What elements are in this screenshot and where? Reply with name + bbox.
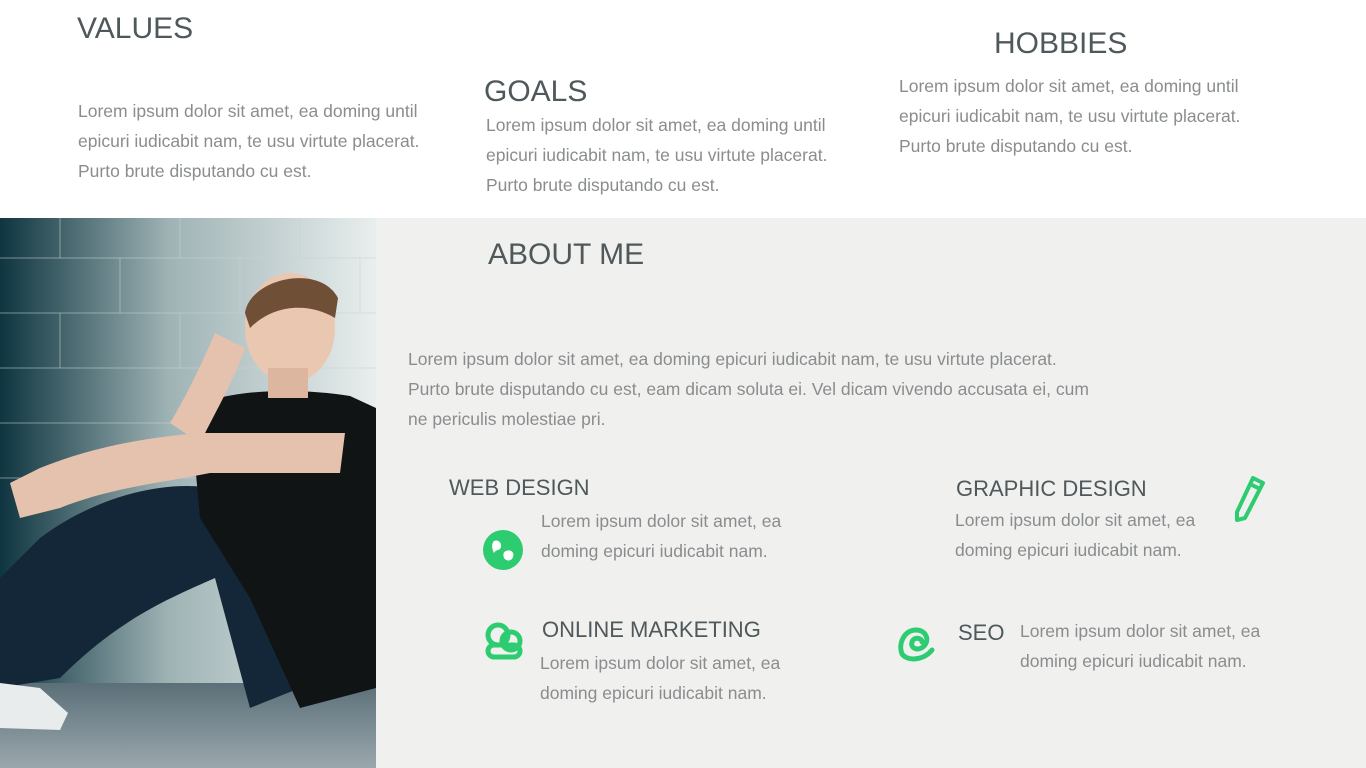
about-section: ABOUT ME Lorem ipsum dolor sit amet, ea … — [0, 218, 1366, 768]
online-marketing-title: ONLINE MARKETING — [542, 617, 761, 642]
online-marketing-text: Lorem ipsum dolor sit amet, ea doming ep… — [540, 653, 781, 703]
hobbies-title: HOBBIES — [994, 27, 1128, 60]
people-icon — [485, 622, 523, 660]
seo-text: Lorem ipsum dolor sit amet, ea doming ep… — [1020, 621, 1261, 671]
values-title: VALUES — [77, 12, 194, 45]
web-design-text: Lorem ipsum dolor sit amet, ea doming ep… — [541, 511, 782, 561]
goals-text: Lorem ipsum dolor sit amet, ea doming un… — [486, 115, 828, 195]
graphic-design-text: Lorem ipsum dolor sit amet, ea doming ep… — [955, 510, 1196, 560]
graphic-design-title: GRAPHIC DESIGN — [956, 476, 1147, 501]
about-title: ABOUT ME — [488, 238, 645, 271]
globe-icon — [483, 530, 523, 570]
pencil-icon — [1235, 476, 1265, 522]
seo-title: SEO — [958, 620, 1005, 645]
spiral-icon — [898, 627, 935, 662]
top-section: VALUES Lorem ipsum dolor sit amet, ea do… — [0, 0, 1366, 218]
about-text: Lorem ipsum dolor sit amet, ea doming ep… — [408, 349, 1089, 429]
web-design-title: WEB DESIGN — [449, 475, 590, 500]
hobbies-text: Lorem ipsum dolor sit amet, ea doming un… — [899, 76, 1241, 156]
goals-title: GOALS — [484, 75, 588, 108]
profile-photo — [0, 218, 376, 768]
values-text: Lorem ipsum dolor sit amet, ea doming un… — [78, 101, 420, 181]
